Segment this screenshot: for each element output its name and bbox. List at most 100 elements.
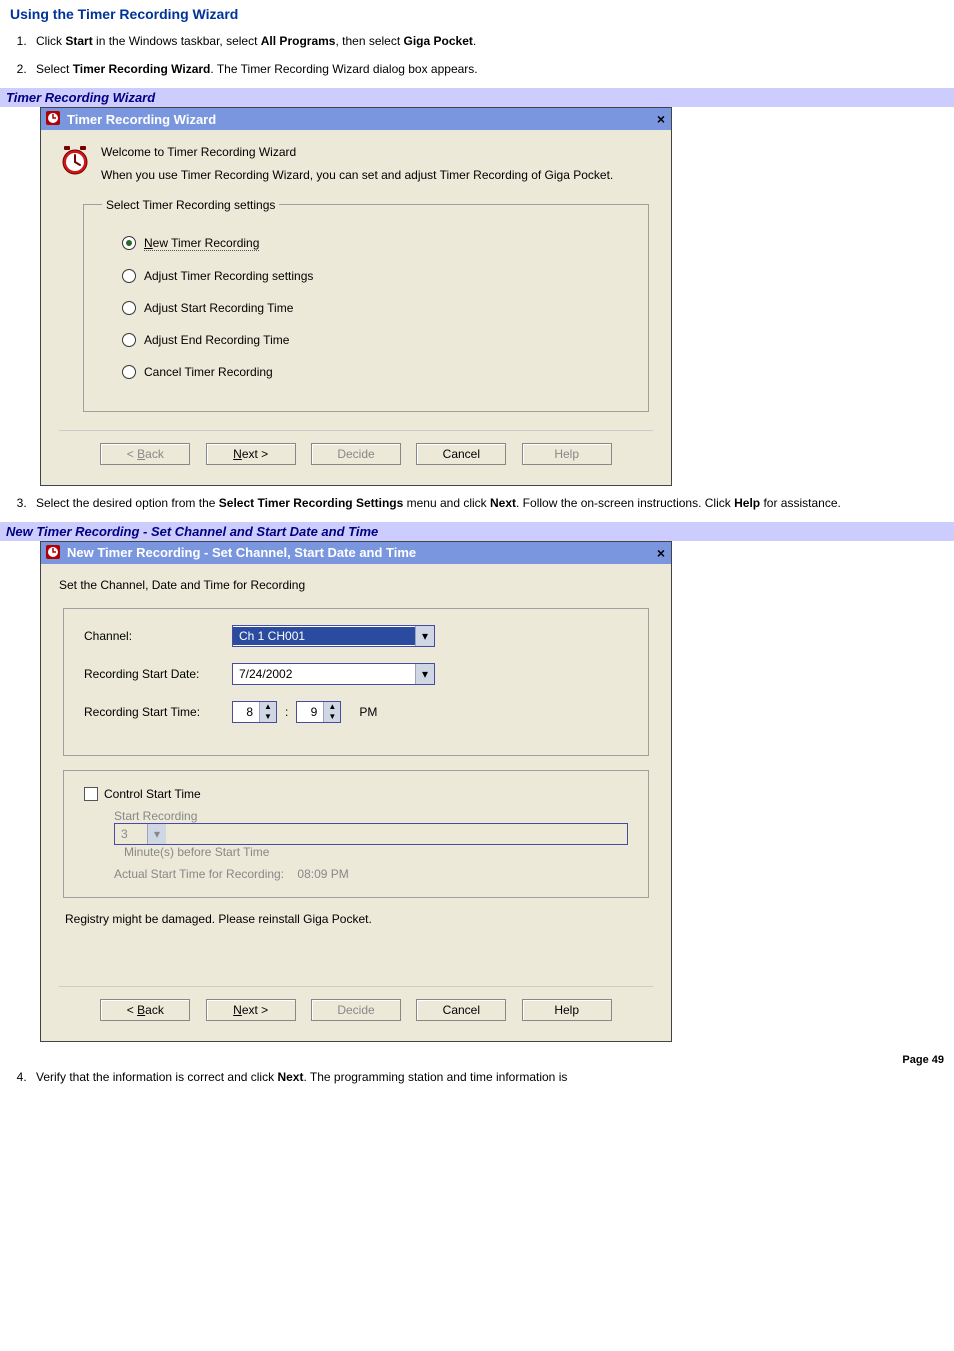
wizard2-button-row: < Back Next > Decide Cancel Help [59, 986, 653, 1027]
step-1-mid2: , then select [335, 34, 403, 48]
control-sub-row1: Start Recording 3 ▾ Minute(s) before Sta… [114, 809, 628, 859]
step-1-post: . [473, 34, 476, 48]
next-rest-2: ext > [242, 1003, 268, 1017]
lbl-control-start: Control Start Time [104, 787, 201, 801]
back-button-2[interactable]: < Back [100, 999, 190, 1021]
close-icon[interactable]: × [657, 111, 665, 127]
back-button: < Back [100, 443, 190, 465]
minute-value: 9 [297, 703, 323, 721]
step-3: Select the desired option from the Selec… [30, 494, 944, 512]
cancel-button-2[interactable]: Cancel [416, 999, 506, 1021]
step-3-mid2: . Follow the on-screen instructions. Cli… [516, 496, 734, 510]
wizard2-title: New Timer Recording - Set Channel, Start… [67, 545, 416, 560]
radio-new-rest: ew Timer Recording [153, 236, 260, 250]
minute-stepper[interactable]: 9 ▲▼ [296, 701, 341, 723]
radio-empty-icon-2 [122, 301, 136, 315]
radio-cancel-timer[interactable]: Cancel Timer Recording [122, 365, 630, 379]
lbl-startdate: Recording Start Date: [84, 667, 224, 681]
next-rest: ext > [242, 447, 268, 461]
app-icon [45, 110, 61, 126]
step-4-pre: Verify that the information is correct a… [36, 1070, 277, 1084]
lbl-channel: Channel: [84, 629, 224, 643]
help-button: Help [522, 443, 612, 465]
channel-value: Ch 1 CH001 [233, 627, 415, 645]
startrec-value: 3 [115, 825, 147, 843]
wizard1-button-row: < Back Next > Decide Cancel Help [59, 430, 653, 471]
wizard2-status: Registry might be damaged. Please reinst… [65, 912, 647, 926]
wizard2-subhead: Set the Channel, Date and Time for Recor… [59, 578, 653, 592]
step-2-pre: Select [36, 62, 73, 76]
startdate-select[interactable]: 7/24/2002 ▾ [232, 663, 435, 685]
radio-empty-icon [122, 269, 136, 283]
radio-empty-icon-3 [122, 333, 136, 347]
cancel-button[interactable]: Cancel [416, 443, 506, 465]
step-2-post: . The Timer Recording Wizard dialog box … [210, 62, 477, 76]
radio-new-label: New Timer Recording [144, 236, 259, 251]
close-icon-2[interactable]: × [657, 545, 665, 561]
back-rest: ack [145, 447, 164, 461]
radio-cancel-label: Cancel Timer Recording [144, 365, 273, 379]
radio-empty-icon-4 [122, 365, 136, 379]
wizard1-intro-line2: When you use Timer Recording Wizard, you… [101, 167, 653, 184]
radio-dot-icon [122, 236, 136, 250]
radio-new-timer[interactable]: New Timer Recording [122, 236, 630, 251]
row-control-start[interactable]: Control Start Time [84, 787, 628, 802]
step-list-cont: Select the desired option from the Selec… [30, 494, 944, 512]
step-list-cont2: Verify that the information is correct a… [30, 1068, 944, 1086]
decide-button: Decide [311, 443, 401, 465]
back-accel: B [137, 447, 145, 461]
radio-adjust-start[interactable]: Adjust Start Recording Time [122, 301, 630, 315]
radio-adjust-end[interactable]: Adjust End Recording Time [122, 333, 630, 347]
back-rest-2: ack [145, 1003, 164, 1017]
app-icon-2 [45, 544, 61, 560]
val-actual: 08:09 PM [297, 867, 348, 881]
hour-value: 8 [233, 703, 259, 721]
control-sub-row2: Actual Start Time for Recording: 08:09 P… [114, 867, 628, 881]
radio-adjust-settings-label: Adjust Timer Recording settings [144, 269, 313, 283]
minute-spin-icon: ▲▼ [323, 702, 340, 722]
step-3-b2: Next [490, 496, 516, 510]
wizard1-intro-text: Welcome to Timer Recording Wizard When y… [101, 144, 653, 184]
start-bold: Start [65, 34, 92, 48]
row-channel: Channel: Ch 1 CH001 ▾ [84, 625, 628, 647]
radio-new-accel: N [144, 236, 153, 250]
next-button[interactable]: Next > [206, 443, 296, 465]
step-4-post: . The programming station and time infor… [303, 1070, 567, 1084]
lbl-startrec: Start Recording [114, 809, 197, 823]
next-button-2[interactable]: Next > [206, 999, 296, 1021]
help-button-2[interactable]: Help [522, 999, 612, 1021]
wizard1-title: Timer Recording Wizard [67, 112, 216, 127]
wizard1-groupbox: Select Timer Recording settings New Time… [83, 198, 649, 412]
row-starttime: Recording Start Time: 8 ▲▼ : 9 ▲▼ PM [84, 701, 628, 723]
trw-bold: Timer Recording Wizard [73, 62, 211, 76]
wizard1-group-legend: Select Timer Recording settings [102, 198, 279, 212]
section-heading: Using the Timer Recording Wizard [10, 6, 954, 22]
chevron-down-icon-3: ▾ [147, 824, 166, 844]
wizard2-control-group: Control Start Time Start Recording 3 ▾ M… [63, 770, 649, 899]
step-list: Click Start in the Windows taskbar, sele… [30, 32, 944, 78]
time-colon: : [285, 705, 288, 719]
wizard2-body: Set the Channel, Date and Time for Recor… [41, 564, 671, 1042]
gigapocket-bold: Giga Pocket [404, 34, 473, 48]
wizard2-titlebar: New Timer Recording - Set Channel, Start… [41, 542, 671, 564]
step-1-text: Click [36, 34, 65, 48]
ampm-label: PM [359, 705, 377, 719]
step-3-b1: Select Timer Recording Settings [219, 496, 404, 510]
next-accel-2: N [233, 1003, 242, 1017]
lbl-actual: Actual Start Time for Recording: [114, 867, 284, 881]
chevron-down-icon-2: ▾ [415, 664, 434, 684]
radio-adjust-start-label: Adjust Start Recording Time [144, 301, 293, 315]
decide-button-2: Decide [311, 999, 401, 1021]
hour-stepper[interactable]: 8 ▲▼ [232, 701, 277, 723]
channel-select[interactable]: Ch 1 CH001 ▾ [232, 625, 435, 647]
step-3-mid1: menu and click [403, 496, 490, 510]
wizard1-body: Welcome to Timer Recording Wizard When y… [41, 130, 671, 485]
step-1-mid1: in the Windows taskbar, select [93, 34, 261, 48]
caption-wizard2: New Timer Recording - Set Channel and St… [0, 522, 954, 541]
hour-spin-icon: ▲▼ [259, 702, 276, 722]
lbl-starttime: Recording Start Time: [84, 705, 224, 719]
step-3-pre: Select the desired option from the [36, 496, 219, 510]
clock-icon [59, 144, 91, 176]
radio-adjust-settings[interactable]: Adjust Timer Recording settings [122, 269, 630, 283]
step-2: Select Timer Recording Wizard. The Timer… [30, 60, 944, 78]
